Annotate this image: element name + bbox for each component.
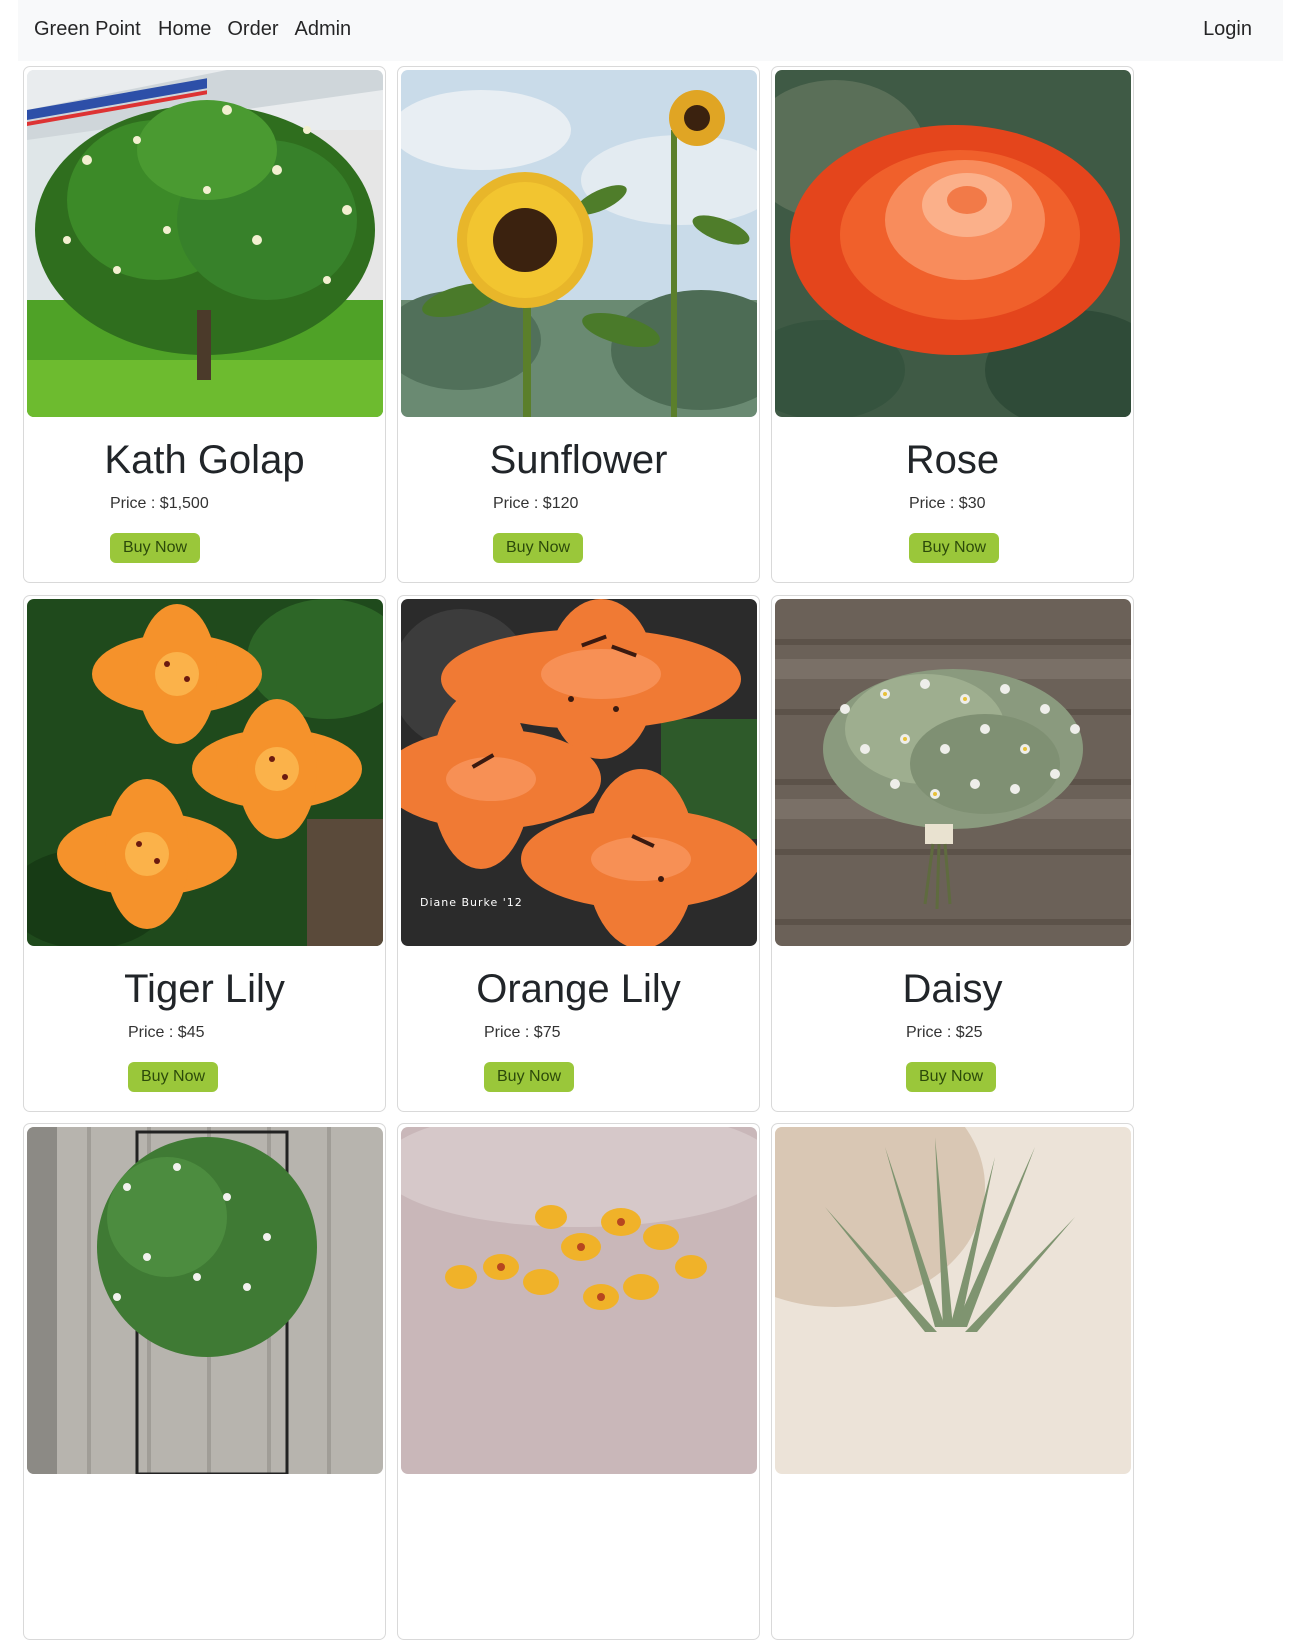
product-title: Orange Lily [476,967,681,1011]
product-title: Rose [905,438,1000,482]
product-image-sunflower [401,70,757,417]
buy-now-button[interactable]: Buy Now [909,533,1000,563]
product-card-kath-golap: Kath Golap Price : $1,500 Buy Now [23,66,386,583]
product-card-orchid [397,1123,760,1640]
product-image-orange-lily: Diane Burke '12 [401,599,757,946]
nav-admin-link[interactable]: Admin [294,18,351,41]
product-image-rose [775,70,1131,417]
product-price: Price : $30 [909,495,986,512]
product-price: Price : $25 [906,1024,983,1041]
product-price: Price : $1,500 [110,495,209,512]
product-image-orchid [401,1127,757,1474]
product-image-aloe [775,1127,1131,1474]
product-price: Price : $120 [493,495,579,512]
product-title: Kath Golap [104,438,305,482]
brand-link[interactable]: Green Point [34,18,141,41]
navbar: Green Point Home Order Admin Login [18,0,1283,61]
product-image-vine [27,1127,383,1474]
nav-order-link[interactable]: Order [227,18,278,41]
product-card-rose: Rose Price : $30 Buy Now [771,66,1134,583]
product-title: Tiger Lily [124,967,285,1011]
product-image-kath-golap [27,70,383,417]
product-title: Sunflower [489,438,668,482]
buy-now-button[interactable]: Buy Now [906,1062,997,1092]
nav-links: Home Order Admin [158,18,351,41]
product-image-tiger-lily [27,599,383,946]
product-card-sunflower: Sunflower Price : $120 Buy Now [397,66,760,583]
product-price: Price : $75 [484,1024,561,1041]
buy-now-button[interactable]: Buy Now [128,1062,219,1092]
product-price: Price : $45 [128,1024,205,1041]
login-link[interactable]: Login [1203,18,1252,41]
product-image-daisy [775,599,1131,946]
buy-now-button[interactable]: Buy Now [484,1062,575,1092]
product-card-tiger-lily: Tiger Lily Price : $45 Buy Now [23,595,386,1112]
buy-now-button[interactable]: Buy Now [493,533,584,563]
product-card-orange-lily: Diane Burke '12 Orange Lily Price : $75 … [397,595,760,1112]
product-card-aloe [771,1123,1134,1640]
product-card-jasmine-vine [23,1123,386,1640]
product-card-daisy: Daisy Price : $25 Buy Now [771,595,1134,1112]
buy-now-button[interactable]: Buy Now [110,533,201,563]
nav-home-link[interactable]: Home [158,18,211,41]
image-watermark: Diane Burke '12 [420,896,523,909]
product-title: Daisy [902,967,1003,1011]
